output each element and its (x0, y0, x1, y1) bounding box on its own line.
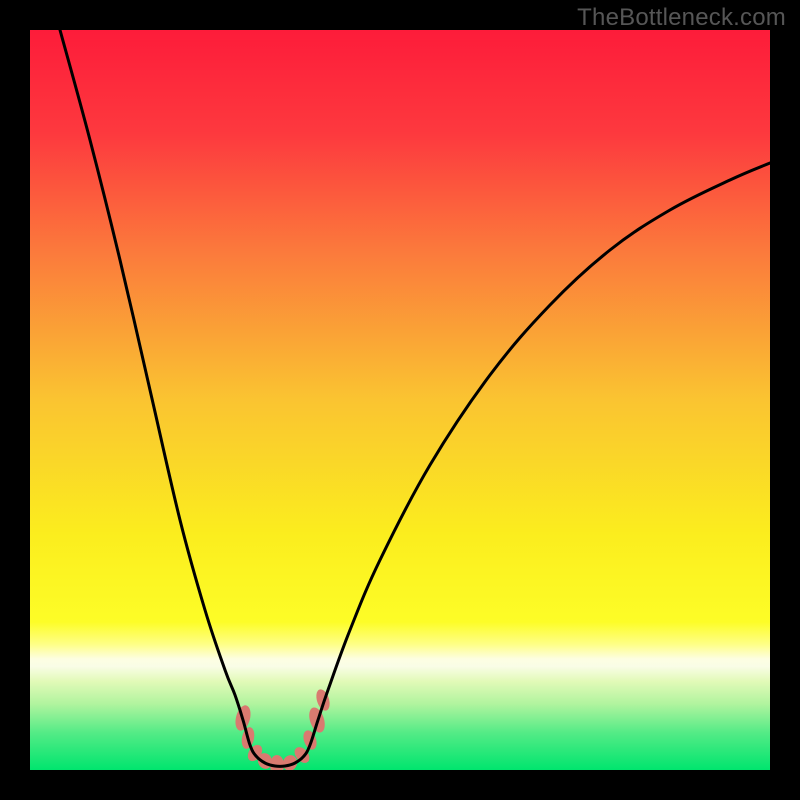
bottleneck-curve (60, 30, 770, 766)
curve-layer (30, 30, 770, 770)
watermark-text: TheBottleneck.com (577, 4, 786, 32)
chart-frame: TheBottleneck.com (0, 0, 800, 800)
plot-area (30, 30, 770, 770)
